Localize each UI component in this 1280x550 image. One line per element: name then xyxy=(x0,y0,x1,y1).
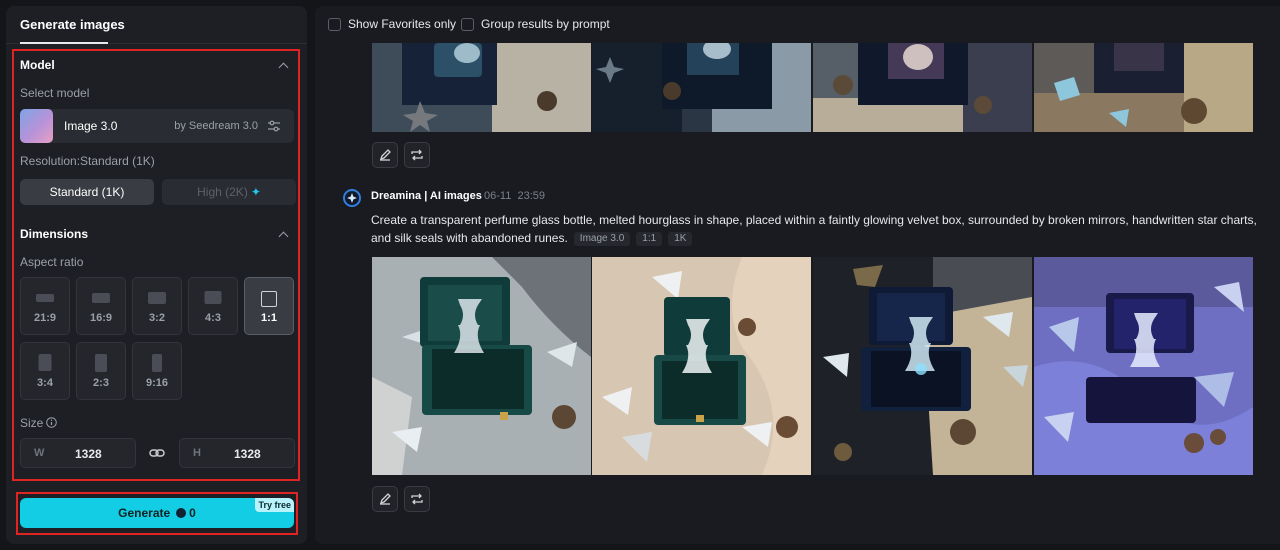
sparkle-icon: ✦ xyxy=(250,185,261,199)
aspect-ratio-label: Aspect ratio xyxy=(20,255,84,269)
generate-panel: Generate images Model Select model Image… xyxy=(6,6,307,544)
select-model-label: Select model xyxy=(20,86,90,100)
width-value: 1328 xyxy=(75,447,102,461)
info-icon[interactable] xyxy=(46,417,57,428)
aspect-option-9-16[interactable]: 9:16 xyxy=(132,342,182,400)
edit-button[interactable] xyxy=(372,486,398,512)
repeat-icon xyxy=(411,493,423,505)
generate-button[interactable]: Generate 0 Try free xyxy=(20,498,294,528)
generated-image[interactable] xyxy=(1034,43,1253,132)
group-results-checkbox[interactable] xyxy=(461,18,474,31)
resolution-high-button[interactable]: High (2K) ✦ xyxy=(162,179,296,205)
generated-image[interactable] xyxy=(1034,257,1253,475)
edit-button[interactable] xyxy=(372,142,398,168)
aspect-option-1-1[interactable]: 1:1 xyxy=(244,277,294,335)
regenerate-button[interactable] xyxy=(404,142,430,168)
generated-image[interactable] xyxy=(592,257,811,475)
results-area: Show Favorites only Group results by pro… xyxy=(315,6,1280,544)
model-provider: by Seedream 3.0 xyxy=(174,120,258,132)
tag-resolution: 1K xyxy=(668,232,693,246)
show-favorites-label[interactable]: Show Favorites only xyxy=(348,17,456,31)
model-section-title: Model xyxy=(20,58,55,72)
aspect-option-3-4[interactable]: 3:4 xyxy=(20,342,70,400)
result-timestamp: 06-11 23:59 xyxy=(484,190,545,202)
pencil-icon xyxy=(379,149,391,161)
size-label: Size xyxy=(20,416,44,430)
aspect-option-2-3[interactable]: 2:3 xyxy=(76,342,126,400)
model-collapse-icon[interactable] xyxy=(278,62,289,73)
generated-image[interactable] xyxy=(372,257,591,475)
try-free-badge: Try free xyxy=(255,498,294,512)
aspect-option-16-9[interactable]: 16:9 xyxy=(76,277,126,335)
group-results-label[interactable]: Group results by prompt xyxy=(481,17,610,31)
generated-image[interactable] xyxy=(813,257,1032,475)
tag-ratio: 1:1 xyxy=(636,232,663,246)
tab-generate-images[interactable]: Generate images xyxy=(20,17,125,32)
generated-image[interactable] xyxy=(592,43,811,132)
aspect-option-4-3[interactable]: 4:3 xyxy=(188,277,238,335)
model-thumbnail xyxy=(20,109,53,143)
panel-tabbar: Generate images xyxy=(6,6,307,44)
result-prompt[interactable]: Create a transparent perfume glass bottl… xyxy=(371,211,1276,247)
result-image-row xyxy=(372,257,1253,475)
resolution-standard-button[interactable]: Standard (1K) xyxy=(20,179,154,205)
result-time: 23:59 xyxy=(517,190,545,202)
generate-label: Generate xyxy=(118,506,171,520)
height-value: 1328 xyxy=(234,447,261,461)
aspect-option-21-9[interactable]: 21:9 xyxy=(20,277,70,335)
pencil-icon xyxy=(379,493,391,505)
regenerate-button[interactable] xyxy=(404,486,430,512)
link-icon[interactable] xyxy=(149,446,165,460)
width-key: W xyxy=(34,447,45,459)
model-selector[interactable]: Image 3.0 by Seedream 3.0 xyxy=(20,109,294,143)
prompt-text: Create a transparent perfume glass bottl… xyxy=(371,213,1257,245)
generated-image[interactable] xyxy=(813,43,1032,132)
tag-model: Image 3.0 xyxy=(573,232,631,246)
result-author[interactable]: Dreamina | AI images xyxy=(371,190,482,202)
show-favorites-checkbox[interactable] xyxy=(328,18,341,31)
generate-cost: 0 xyxy=(189,506,196,520)
result-date: 06-11 xyxy=(484,190,512,202)
previous-image-row xyxy=(372,43,1253,132)
dimensions-section-title: Dimensions xyxy=(20,227,89,241)
tab-underline xyxy=(20,42,108,44)
settings-sliders-icon[interactable] xyxy=(268,120,280,132)
repeat-icon xyxy=(411,149,423,161)
model-name: Image 3.0 xyxy=(64,119,118,133)
credit-icon xyxy=(176,508,187,518)
aspect-option-3-2[interactable]: 3:2 xyxy=(132,277,182,335)
dimensions-collapse-icon[interactable] xyxy=(278,231,289,242)
height-key: H xyxy=(193,447,201,459)
width-field[interactable]: W 1328 xyxy=(20,438,136,468)
resolution-label: Resolution:Standard (1K) xyxy=(20,154,155,168)
generated-image[interactable] xyxy=(372,43,591,132)
height-field[interactable]: H 1328 xyxy=(179,438,295,468)
resolution-high-label: High (2K) xyxy=(197,185,248,199)
dreamina-avatar-icon xyxy=(343,189,361,207)
